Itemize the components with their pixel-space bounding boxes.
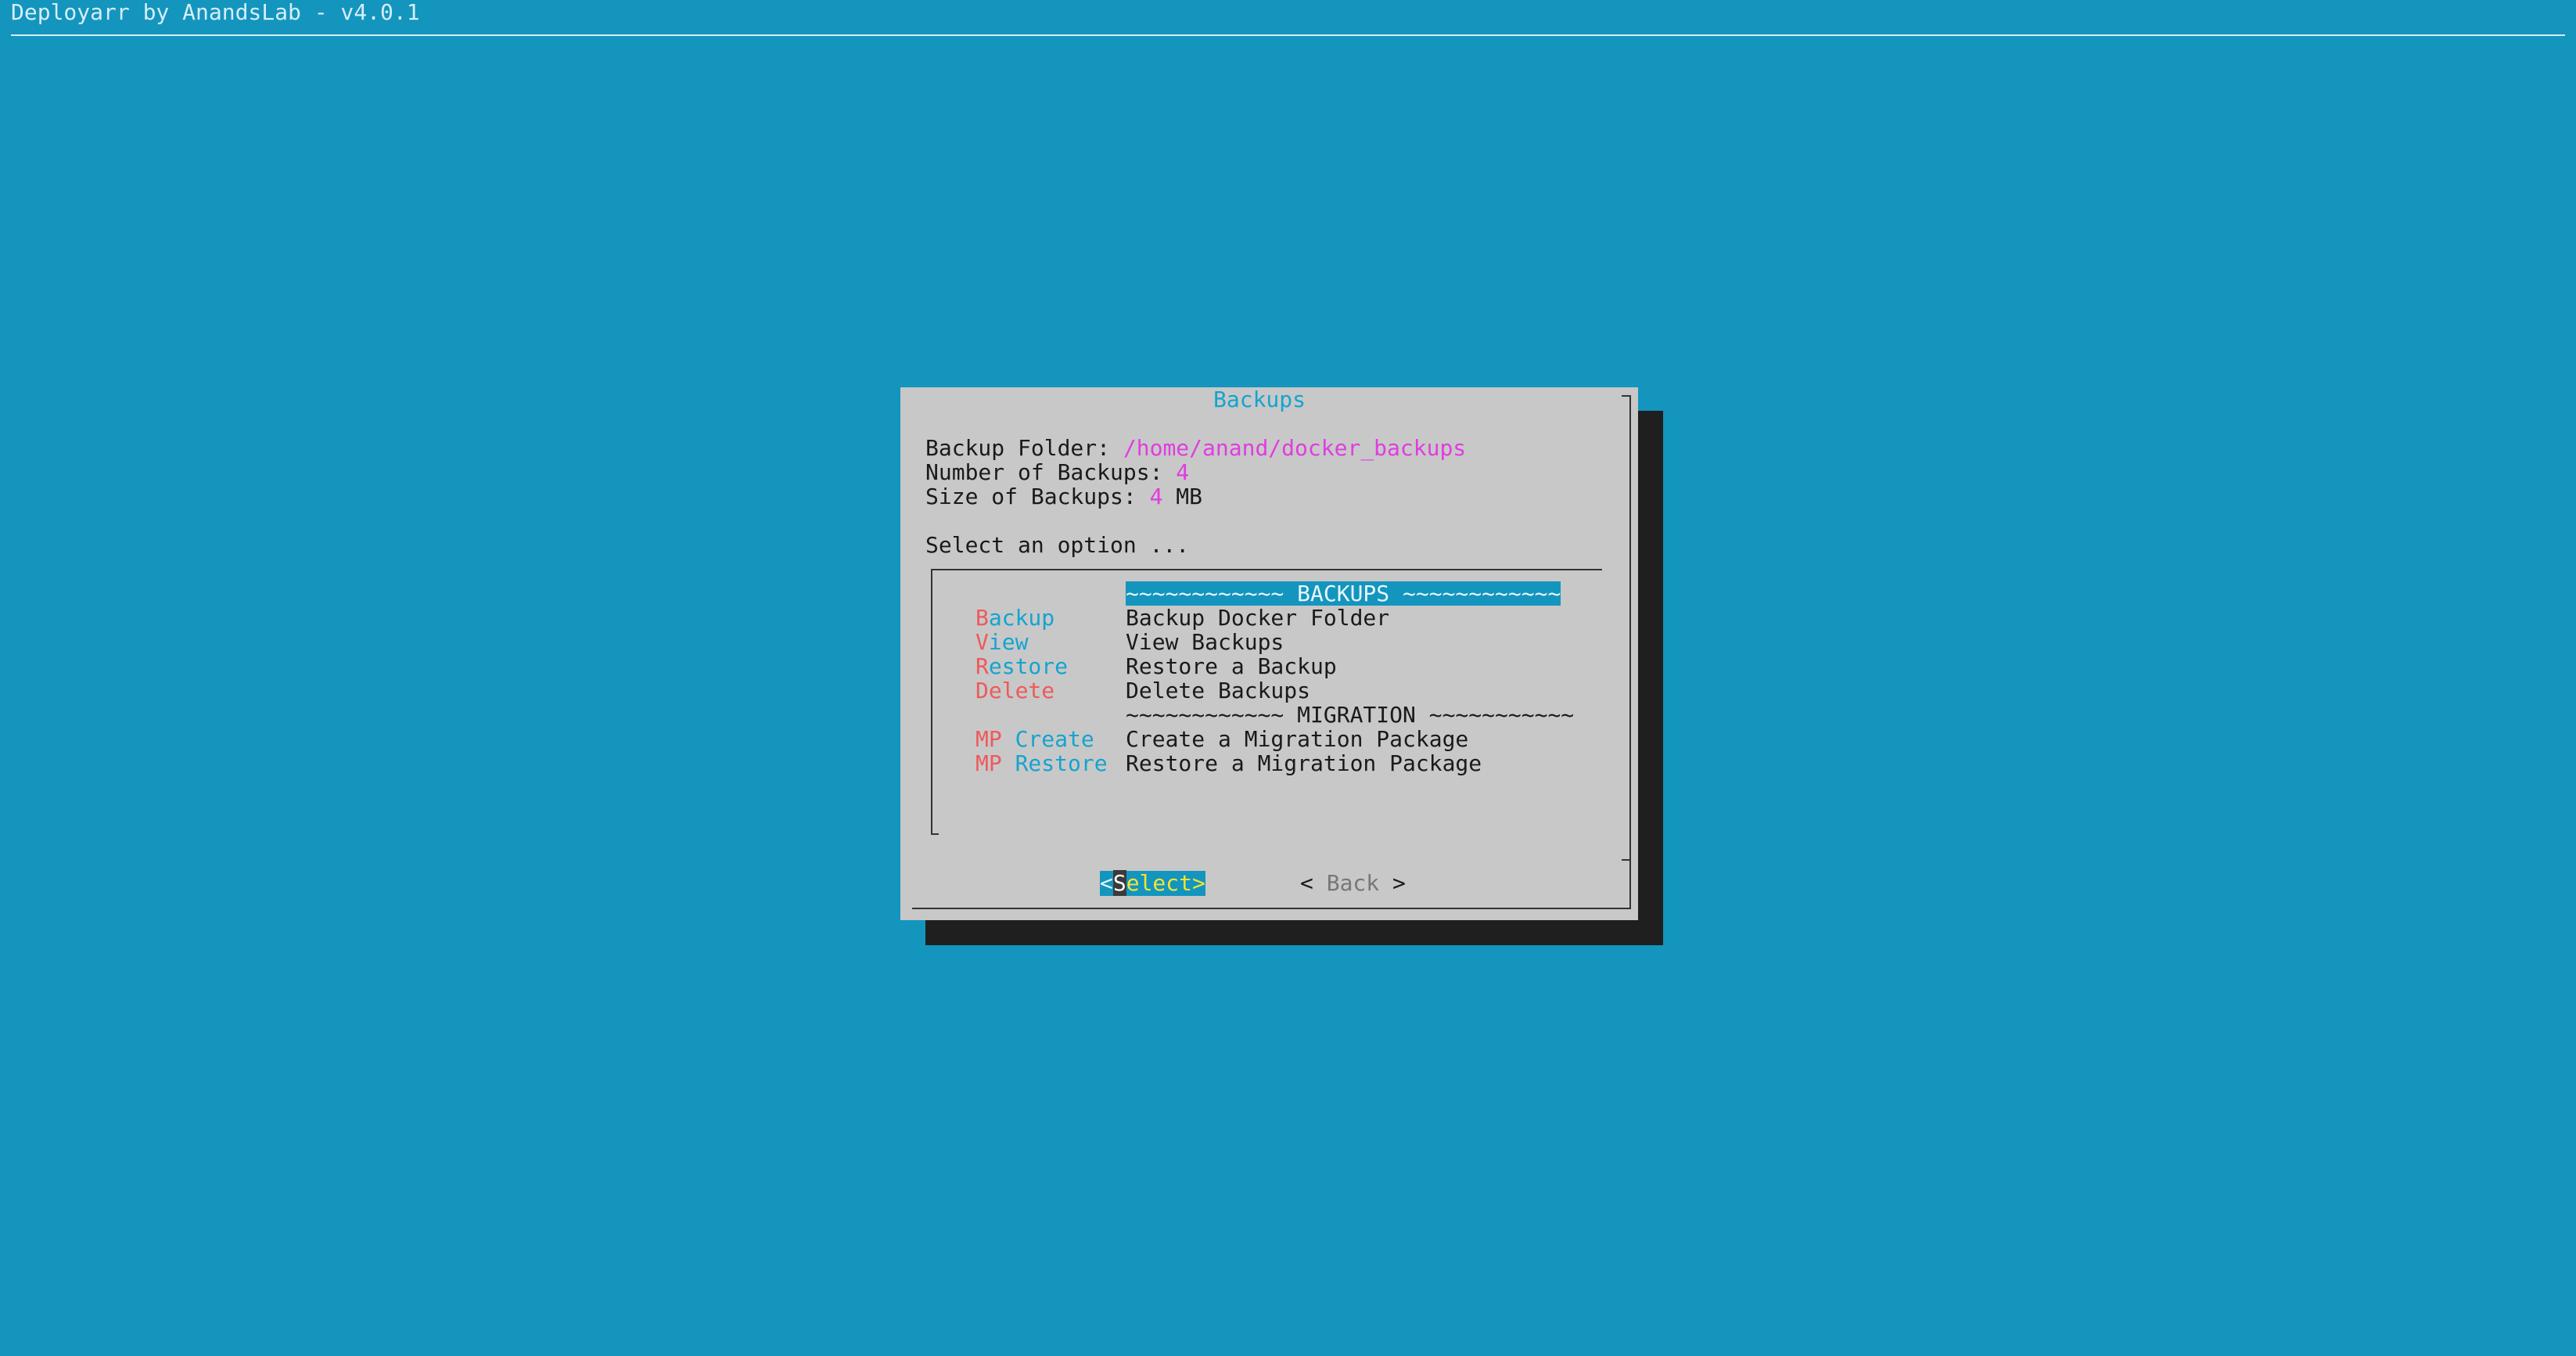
menu-item-key: Create xyxy=(1001,726,1094,752)
menu-item-key: elete xyxy=(988,678,1055,703)
menu-header-backups[interactable]: ~~~~~~~~~~~~ BACKUPS ~~~~~~~~~~~~ xyxy=(1126,581,1561,606)
back-button-label: < Back > xyxy=(1300,870,1406,896)
menu-item-mp-restore[interactable]: MP Restore xyxy=(975,751,1108,775)
menu-item-mp-restore-desc[interactable]: Restore a Migration Package xyxy=(1126,751,1482,775)
menu-item-backup-desc[interactable]: Backup Docker Folder xyxy=(1126,606,1389,630)
menu-item-view[interactable]: View xyxy=(975,630,1028,654)
backup-count-value: 4 xyxy=(1176,459,1190,485)
select-button-hotkey: S xyxy=(1112,870,1126,896)
menu-box-border-left xyxy=(931,569,932,835)
menu-item-hotkey: MP xyxy=(975,726,1002,752)
select-prompt: Select an option ... xyxy=(925,532,1190,558)
menu-item-mp-create-desc[interactable]: Create a Migration Package xyxy=(1126,727,1468,751)
menu-item-backup[interactable]: Backup xyxy=(975,606,1054,630)
dialog-border-right xyxy=(1629,395,1631,861)
menu-item-key: ackup xyxy=(988,605,1055,631)
menu-item-mp-create[interactable]: MP Create xyxy=(975,727,1094,751)
menu-item-key: Restore xyxy=(1001,750,1108,776)
menu-header-migration[interactable]: ~~~~~~~~~~~~ MIGRATION ~~~~~~~~~~~ xyxy=(1126,703,1574,727)
menu-item-view-desc[interactable]: View Backups xyxy=(1126,630,1284,654)
menu-item-delete-desc[interactable]: Delete Backups xyxy=(1126,678,1310,703)
menu-box-border-top xyxy=(931,569,1602,570)
select-button-label: elect> xyxy=(1126,870,1205,896)
title-divider xyxy=(11,34,2565,36)
menu-item-hotkey: R xyxy=(975,653,989,679)
backup-folder-line: Backup Folder: /home/anand/docker_backup… xyxy=(925,436,1466,460)
dialog-title: Backups xyxy=(1213,387,1306,412)
backup-size-line: Size of Backups: 4 MB xyxy=(925,484,1202,509)
menu-item-hotkey: D xyxy=(975,678,989,703)
select-button-bracket: < xyxy=(1100,870,1113,896)
menu-item-hotkey: B xyxy=(975,605,989,631)
dialog-border-tick-top xyxy=(1622,395,1631,397)
menu-item-hotkey: V xyxy=(975,629,989,655)
app-title: Deployarr by AnandsLab - v4.0.1 xyxy=(11,0,420,25)
backup-size-unit: MB xyxy=(1162,484,1203,509)
backup-size-label: Size of Backups: xyxy=(925,484,1150,509)
backup-folder-value: /home/anand/docker_backups xyxy=(1123,435,1467,461)
menu-item-key: estore xyxy=(988,653,1069,679)
menu-item-delete[interactable]: Delete xyxy=(975,678,1054,703)
menu-item-restore-desc[interactable]: Restore a Backup xyxy=(1126,654,1337,678)
backup-count-label: Number of Backups: xyxy=(925,459,1177,485)
backup-count-line: Number of Backups: 4 xyxy=(925,460,1189,484)
menu-box-border-corner xyxy=(931,833,939,835)
dialog-border-bottom xyxy=(912,908,1631,909)
backup-folder-label: Backup Folder: xyxy=(925,435,1123,461)
select-button[interactable]: <Select> xyxy=(1100,870,1205,896)
menu-item-hotkey: MP xyxy=(975,750,1002,776)
dialog-border-bottom-right xyxy=(1629,861,1631,909)
menu-item-key: iew xyxy=(988,629,1029,655)
back-button[interactable]: < Back > xyxy=(1300,871,1406,895)
backup-size-value: 4 xyxy=(1149,484,1163,509)
menu-item-restore[interactable]: Restore xyxy=(975,654,1068,678)
